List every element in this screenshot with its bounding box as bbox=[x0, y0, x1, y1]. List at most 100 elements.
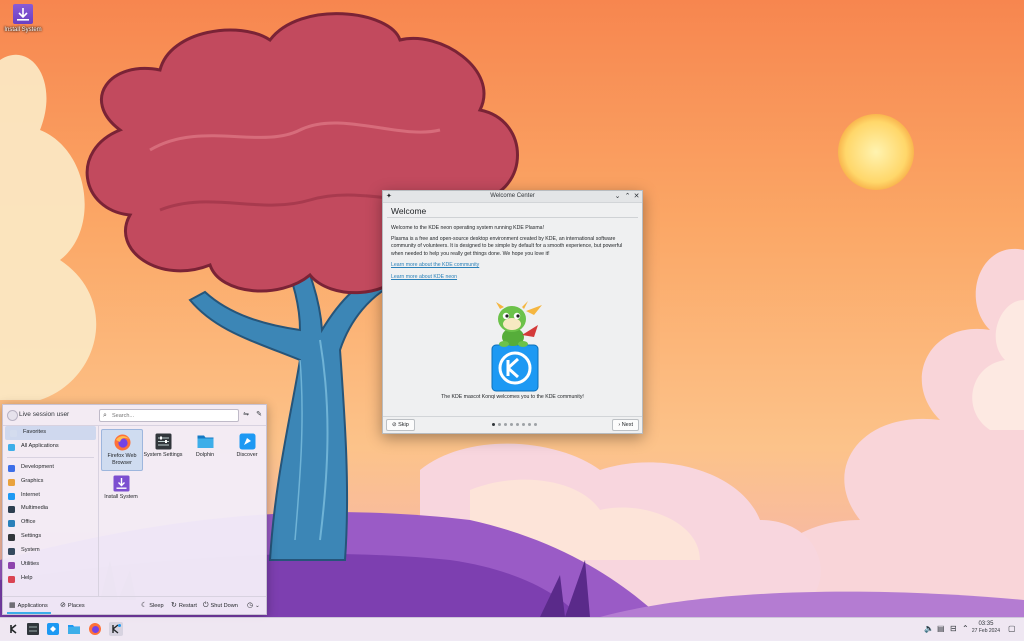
grid-icon bbox=[8, 443, 15, 451]
app-item[interactable]: Dolphin bbox=[185, 429, 225, 469]
category-label: System bbox=[21, 547, 40, 554]
discover-icon bbox=[47, 623, 59, 635]
page-dot[interactable] bbox=[522, 423, 525, 426]
page-dot[interactable] bbox=[516, 423, 519, 426]
app-label: Dolphin bbox=[195, 452, 215, 458]
restart-button[interactable]: ↻ Restart bbox=[171, 601, 197, 611]
category-label: Help bbox=[21, 574, 33, 581]
category-item[interactable]: Settings bbox=[3, 530, 98, 544]
maximize-icon[interactable]: ⌃ bbox=[623, 192, 632, 201]
page-dot[interactable] bbox=[528, 423, 531, 426]
taskbar-system-settings[interactable] bbox=[26, 622, 40, 636]
tab-places-label: Places bbox=[67, 603, 85, 609]
category-item[interactable]: Help bbox=[3, 572, 98, 586]
application-launcher: Live session user ⌕ ⇋ ✎ Favorites All App… bbox=[2, 404, 267, 615]
taskbar-dolphin[interactable] bbox=[67, 622, 81, 636]
network-icon[interactable]: ⊟ bbox=[950, 624, 957, 634]
category-item[interactable]: Multimedia bbox=[3, 502, 98, 516]
category-item[interactable]: Favorites bbox=[5, 426, 96, 440]
link-kde-neon[interactable]: Learn more about KDE neon bbox=[391, 274, 632, 281]
power-icon: ⏻ bbox=[203, 602, 209, 609]
office-icon bbox=[8, 520, 15, 528]
search-box[interactable]: ⌕ bbox=[99, 409, 239, 422]
firefox-icon bbox=[89, 623, 101, 635]
volume-icon[interactable]: 🔈 bbox=[924, 624, 934, 634]
launcher-footer: ▦ Applications ⊘ Places ☾ Sleep ↻ Restart ⏻ S… bbox=[3, 596, 266, 614]
shutdown-button[interactable]: ⏻ Shut Down bbox=[203, 601, 238, 611]
globe-icon bbox=[8, 492, 15, 500]
chevron-up-icon[interactable]: ⌃ bbox=[962, 624, 969, 634]
app-label: Discover bbox=[236, 452, 258, 458]
category-label: Utilities bbox=[21, 561, 40, 568]
app-label: System Settings bbox=[143, 452, 183, 458]
help-icon bbox=[8, 575, 15, 583]
avatar[interactable] bbox=[7, 410, 18, 421]
category-list: Favorites All Applications Development Grap… bbox=[3, 426, 99, 596]
settings-icon bbox=[8, 534, 15, 542]
page-dot[interactable] bbox=[504, 423, 507, 426]
install-icon bbox=[13, 4, 33, 24]
category-item[interactable]: All Applications bbox=[3, 440, 98, 454]
category-label: Multimedia bbox=[21, 505, 49, 512]
discover-icon bbox=[239, 433, 256, 450]
show-desktop-icon[interactable]: ▢ bbox=[1008, 624, 1016, 634]
tab-applications-label: Applications bbox=[17, 603, 48, 609]
category-item[interactable]: Utilities bbox=[3, 558, 98, 572]
next-button[interactable]: › Next bbox=[612, 419, 639, 431]
category-label: Graphics bbox=[21, 477, 44, 484]
category-divider bbox=[7, 456, 94, 458]
app-item[interactable]: Discover bbox=[227, 429, 267, 469]
system-settings-icon bbox=[27, 623, 39, 635]
launcher-button[interactable] bbox=[7, 622, 21, 636]
page-dot[interactable] bbox=[510, 423, 513, 426]
next-button-label: Next bbox=[621, 422, 633, 428]
link-kde-community[interactable]: Learn more about the KDE community bbox=[391, 262, 632, 269]
next-arrow-icon: › bbox=[618, 422, 621, 428]
window-footer: ⊘ Skip › Next bbox=[383, 416, 642, 433]
window-titlebar[interactable]: ✦ Welcome Center ⌄ ⌃ ✕ bbox=[383, 191, 642, 203]
digital-clock[interactable]: 03:35 27 Feb 2024 bbox=[972, 621, 1000, 635]
clock-date: 27 Feb 2024 bbox=[971, 628, 1000, 634]
taskbar: 🔈 ▤ ⊟ ⌃ 03:35 27 Feb 2024 ▢ bbox=[0, 617, 1024, 641]
skip-icon: ⊘ bbox=[392, 422, 397, 428]
applications-grid-icon: ▦ bbox=[9, 602, 16, 609]
category-label: Development bbox=[21, 463, 54, 470]
page-dot[interactable] bbox=[492, 423, 495, 426]
search-input[interactable] bbox=[112, 411, 232, 420]
taskbar-welcome-center[interactable] bbox=[109, 622, 123, 636]
app-item[interactable]: System Settings bbox=[143, 429, 183, 469]
configure-icon[interactable]: ⇋ bbox=[241, 410, 251, 420]
restart-label: Restart bbox=[178, 603, 197, 609]
app-label: Firefox Web Browser bbox=[107, 453, 137, 466]
folder-icon bbox=[197, 433, 214, 450]
pin-icon[interactable]: ✎ bbox=[254, 410, 264, 420]
power-options-button[interactable]: ◷ ⌄ bbox=[247, 601, 260, 611]
sleep-button[interactable]: ☾ Sleep bbox=[141, 601, 164, 611]
clipboard-icon[interactable]: ▤ bbox=[937, 624, 945, 634]
category-item[interactable]: Office bbox=[3, 516, 98, 530]
taskbar-discover[interactable] bbox=[46, 622, 60, 636]
sleep-icon: ☾ bbox=[141, 602, 148, 609]
category-item[interactable]: Graphics bbox=[3, 475, 98, 489]
welcome-body: Welcome to the KDE neon operating system… bbox=[391, 225, 632, 285]
category-item[interactable]: System bbox=[3, 544, 98, 558]
app-item[interactable]: Firefox Web Browser bbox=[101, 429, 143, 471]
page-dot[interactable] bbox=[498, 423, 501, 426]
category-item[interactable]: Internet bbox=[3, 489, 98, 503]
category-item[interactable]: Development bbox=[3, 461, 98, 475]
page-dot[interactable] bbox=[534, 423, 537, 426]
konqi-mascot-image bbox=[491, 301, 542, 392]
minimize-icon[interactable]: ⌄ bbox=[613, 192, 622, 201]
welcome-center-window: ✦ Welcome Center ⌄ ⌃ ✕ Welcome Welcome t… bbox=[382, 190, 643, 434]
active-tab-indicator bbox=[7, 612, 51, 614]
folder-icon bbox=[68, 625, 80, 634]
close-icon[interactable]: ✕ bbox=[632, 192, 641, 201]
app-item[interactable]: Install System bbox=[101, 471, 141, 511]
system-icon bbox=[8, 548, 15, 556]
taskbar-firefox[interactable] bbox=[88, 622, 102, 636]
tab-places[interactable]: ⊘ Places bbox=[60, 601, 85, 611]
skip-button[interactable]: ⊘ Skip bbox=[386, 419, 415, 431]
star-icon bbox=[10, 430, 17, 437]
desktop-icon-install-system[interactable]: Install System bbox=[2, 4, 44, 33]
tab-applications[interactable]: ▦ Applications bbox=[9, 601, 48, 611]
